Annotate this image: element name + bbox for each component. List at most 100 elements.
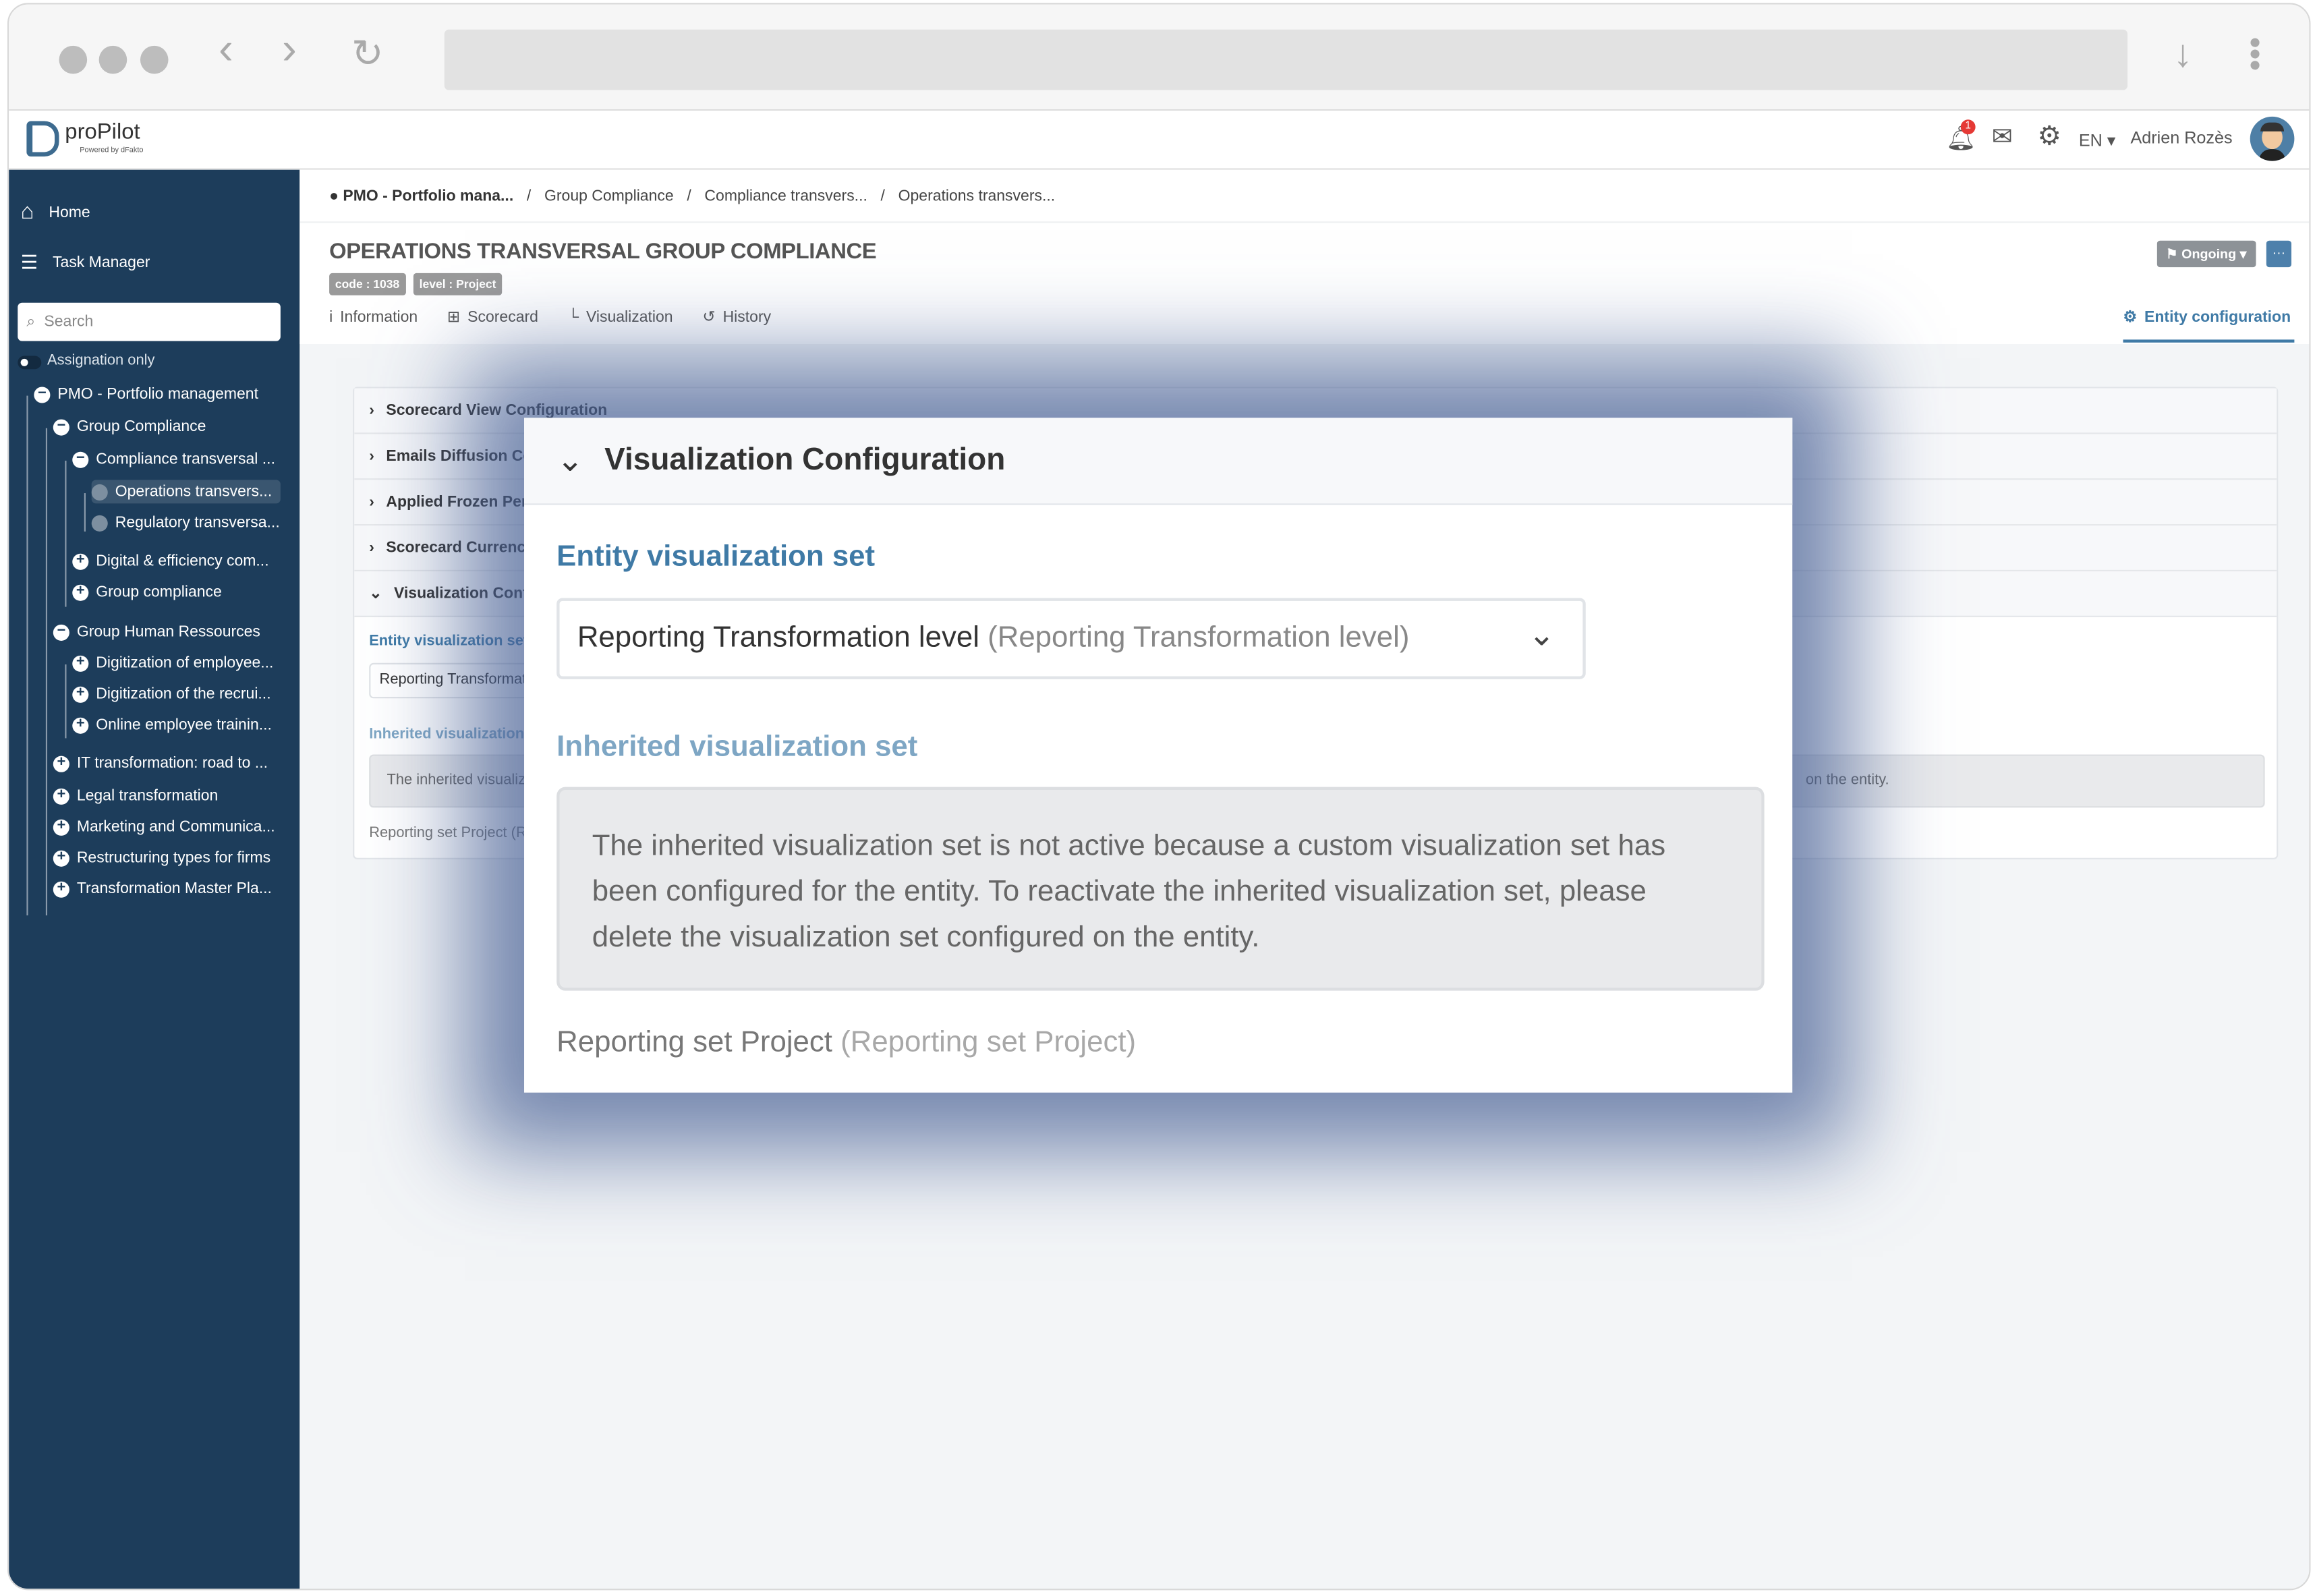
status-label: Ongoing (2181, 246, 2237, 262)
entity-set-select[interactable]: Reporting Transformation level (Reportin… (556, 598, 1586, 679)
tree-node[interactable]: + Group compliance (72, 583, 222, 601)
more-actions-button[interactable]: ··· (2266, 240, 2292, 268)
tree-node-label: Restructuring types for firms (76, 849, 271, 867)
tree-node[interactable]: Regulatory transversa... (91, 514, 280, 532)
avatar-body (2258, 149, 2286, 161)
tree-node[interactable]: + Digitization of employee... (72, 654, 273, 672)
tab-label: Entity configuration (2144, 308, 2291, 326)
tree-node[interactable]: + Digitization of the recrui... (72, 685, 271, 703)
tab-label: Visualization (585, 308, 673, 326)
expand-icon[interactable]: + (72, 685, 89, 702)
task-list-icon: ☰ (20, 251, 38, 273)
collapse-icon[interactable]: − (72, 451, 89, 467)
tree-line (84, 493, 86, 532)
tree-node[interactable]: + IT transformation: road to ... (53, 754, 268, 772)
tree-node[interactable]: − Compliance transversal ... (72, 451, 275, 468)
tree-node[interactable]: − Group Compliance (53, 418, 206, 436)
mail-icon[interactable]: ✉︎ (1992, 123, 2013, 152)
accordion-label: Visualization Confi (393, 584, 533, 603)
expand-icon[interactable]: + (72, 583, 89, 600)
assignation-toggle[interactable] (18, 355, 42, 370)
tree-node[interactable]: − Group Human Ressources (53, 623, 260, 641)
tree-node[interactable]: + Transformation Master Pla... (53, 880, 272, 898)
window-maximize-dot[interactable] (140, 45, 169, 74)
status-dropdown[interactable]: ⚑ Ongoing ▾ (2156, 240, 2256, 268)
home-icon: ⌂ (20, 199, 34, 225)
expand-icon[interactable]: + (72, 654, 89, 671)
tree-node[interactable]: + Marketing and Communica... (53, 818, 275, 836)
page-header: ● PMO - Portfolio mana... / Group Complia… (299, 169, 2310, 344)
info-icon: i (329, 308, 333, 326)
tab-entity-configuration[interactable]: ⚙ Entity configuration (2123, 308, 2291, 326)
level-badge: level : Project (413, 273, 503, 295)
expand-icon[interactable]: + (53, 756, 69, 772)
browser-toolbar: ‹ › ↻ ↓ ••• (9, 4, 2310, 111)
collapse-icon[interactable]: − (34, 386, 51, 403)
search-placeholder: Search (44, 313, 94, 331)
breadcrumb: ● PMO - Portfolio mana... / Group Complia… (329, 188, 1055, 205)
expand-icon[interactable]: + (53, 849, 69, 866)
breadcrumb-item[interactable]: Group Compliance (544, 188, 674, 205)
tab-visualization[interactable]: └ Visualization (568, 308, 673, 326)
reporting-set-value: Reporting set Project (556, 1026, 832, 1059)
chevron-right-icon: › (369, 493, 374, 511)
tree-node-label: Online employee trainin... (96, 716, 272, 734)
user-name[interactable]: Adrien Rozès (2130, 130, 2232, 148)
expand-icon[interactable]: + (53, 819, 69, 835)
tree-node[interactable]: + Legal transformation (53, 787, 219, 805)
tab-bar: i Information ⊞ Scorecard └ Visualization ↺… (329, 308, 771, 326)
chevron-down-icon: ⌄ (369, 584, 382, 603)
gear-icon[interactable]: ⚙︎ (2038, 121, 2061, 152)
search-input[interactable]: ⌕ Search (18, 302, 281, 341)
expand-icon[interactable]: + (53, 880, 69, 897)
expand-icon[interactable]: + (72, 717, 89, 733)
leaf-dot-icon[interactable] (91, 514, 108, 531)
section-title: Visualization Configuration (604, 443, 1006, 477)
forward-icon[interactable]: › (282, 27, 297, 73)
breadcrumb-item[interactable]: Compliance transvers... (704, 188, 867, 205)
tree-node[interactable]: + Online employee trainin... (72, 716, 272, 734)
collapse-icon[interactable]: − (53, 624, 69, 640)
tab-scorecard[interactable]: ⊞ Scorecard (447, 308, 538, 326)
tree-node[interactable]: Operations transvers... (91, 480, 281, 504)
tree-node[interactable]: − PMO - Portfolio management (34, 385, 258, 403)
tree-node-label: Legal transformation (76, 787, 219, 805)
window-close-dot[interactable] (59, 45, 88, 74)
inherited-set-label: Inherited visualization set (556, 731, 918, 764)
tab-label: Scorecard (467, 308, 538, 326)
tree-node[interactable]: + Restructuring types for firms (53, 849, 270, 867)
address-bar[interactable] (444, 29, 2128, 90)
menu-icon[interactable]: ••• (2237, 37, 2274, 72)
expand-icon[interactable]: + (53, 787, 69, 804)
window-minimize-dot[interactable] (98, 45, 127, 74)
tree-node-label: IT transformation: road to ... (76, 754, 268, 772)
tree-node[interactable]: + Digital & efficiency com... (72, 552, 269, 570)
app-header: proPilot Powered by dFakto 🔔︎ 1 ✉︎ ⚙︎ EN… (9, 111, 2310, 170)
table-icon: ⊞ (447, 308, 461, 326)
tree-node-label: Transformation Master Pla... (76, 880, 272, 898)
tab-information[interactable]: i Information (329, 308, 418, 326)
breadcrumb-item[interactable]: Operations transvers... (898, 188, 1055, 205)
collapse-icon[interactable]: − (53, 419, 69, 435)
leaf-dot-icon[interactable] (91, 483, 108, 500)
tree-node-label: Group Compliance (76, 418, 206, 436)
reload-icon[interactable]: ↻ (351, 34, 384, 72)
avatar-hair (2260, 122, 2285, 132)
sidebar-item-task-manager[interactable]: ☰ Task Manager (21, 251, 150, 275)
chevron-right-icon: › (369, 401, 374, 420)
avatar[interactable] (2250, 116, 2295, 161)
tab-history[interactable]: ↺ History (702, 308, 771, 326)
language-dropdown[interactable]: EN ▾ (2079, 130, 2116, 150)
tree-node-label: Group compliance (96, 583, 222, 601)
expand-icon[interactable]: + (72, 552, 89, 569)
download-icon[interactable]: ↓ (2173, 34, 2192, 72)
tree-node-label: Group Human Ressources (76, 623, 260, 641)
entity-set-label: Entity visualization set (556, 540, 876, 573)
breadcrumb-separator: / (880, 187, 885, 206)
sidebar-item-home[interactable]: ⌂ Home (21, 199, 90, 224)
visualization-config-header[interactable]: ⌄ Visualization Configuration (524, 418, 1793, 505)
select-value: Reporting Transformation level (577, 621, 979, 654)
accordion-label: Emails Diffusion Co (386, 447, 533, 465)
back-icon[interactable]: ‹ (219, 27, 233, 73)
breadcrumb-item[interactable]: ● PMO - Portfolio mana... (329, 188, 513, 205)
